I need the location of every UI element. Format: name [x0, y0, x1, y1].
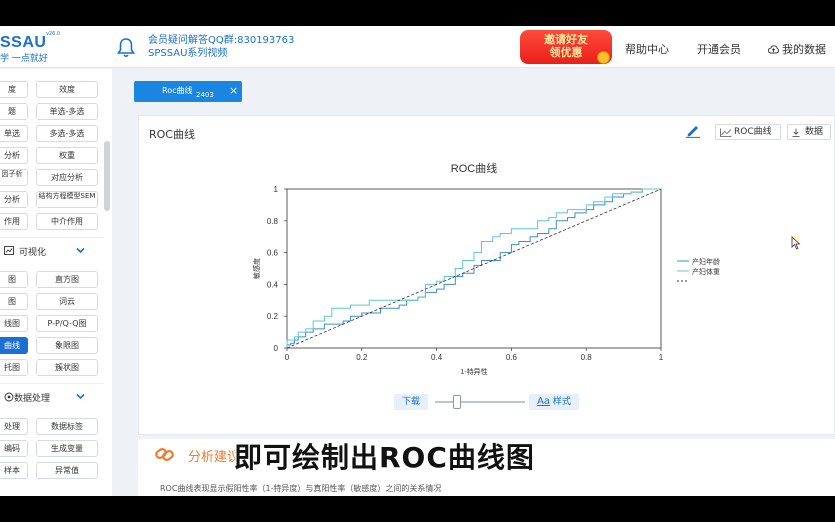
sidebar-btn[interactable]: 因子析 — [0, 169, 28, 186]
sidebar-btn[interactable]: 图 — [0, 293, 28, 310]
x-tick-label: 0.2 — [356, 353, 368, 362]
x-tick-label: 0.8 — [581, 353, 593, 362]
nav-my-data-label: 我的数据 — [782, 43, 826, 56]
legend-label-1: 产妇体重 — [692, 267, 720, 276]
sidebar-btn-single-multi[interactable]: 单选-多选 — [36, 103, 98, 120]
video-line[interactable]: SPSSAU系列视频 — [148, 47, 294, 60]
sidebar-btn[interactable]: 题 — [0, 103, 28, 120]
y-axis-label: 敏感度 — [252, 258, 261, 279]
sidebar-btn-roc-active[interactable]: 曲线 — [0, 337, 28, 354]
sidebar-btn-generate-variable[interactable]: 生成变量 — [36, 440, 98, 457]
y-tick-label: 0.4 — [267, 280, 279, 289]
data-process-icon — [4, 392, 14, 402]
sidebar-btn-outlier[interactable]: 异常值 — [36, 462, 98, 479]
y-tick-label: 0.2 — [267, 312, 279, 321]
style-aa-icon: Aa — [537, 396, 551, 407]
main-area: Roc曲线 2403 × ROC曲线 ROC曲线 数据 ROC曲线 0 0 0.2 0.… — [124, 69, 835, 496]
style-button-label: 样式 — [552, 397, 571, 407]
sidebar-btn[interactable]: 分析 — [0, 147, 28, 164]
sidebar-btn[interactable]: 单选 — [0, 125, 28, 142]
qq-info: 会员疑问解答QQ群:830193763 SPSSAU系列视频 — [148, 34, 294, 60]
x-tick-label: 0.4 — [431, 353, 443, 362]
section-visualization[interactable]: 可视化 — [0, 237, 104, 263]
x-axis-label: 1-特异性 — [460, 367, 487, 376]
sidebar-btn[interactable]: 托图 — [0, 359, 28, 376]
sidebar-btn-weight[interactable]: 权重 — [36, 147, 98, 164]
nav-membership[interactable]: 开通会员 — [697, 41, 741, 57]
analysis-heading: 分析建议 — [188, 450, 241, 465]
logo[interactable]: SSAU 学 一点就好 v26.0 — [0, 31, 70, 64]
sidebar-btn[interactable]: 分析 — [0, 191, 28, 208]
tab-roc[interactable]: Roc曲线 2403 × — [134, 81, 242, 102]
size-slider-handle[interactable] — [453, 395, 461, 409]
sidebar-btn[interactable]: 样本 — [0, 462, 28, 479]
sidebar-btn-wordcloud[interactable]: 词云 — [36, 293, 98, 310]
roc-chart: ROC曲线 00 0.2 0.2 0.4 0.4 0.6 0.6 0.8 0.8 1 1 1-特异性 敏感… — [252, 161, 720, 376]
section-visualization-label: 可视化 — [19, 248, 47, 258]
sidebar-btn[interactable]: 处理 — [0, 418, 28, 435]
sidebar-btn-data-label[interactable]: 数据标签 — [36, 418, 98, 435]
chevron-down-icon — [76, 393, 85, 400]
top-bar: SSAU 学 一点就好 v26.0 会员疑问解答QQ群:830193763 SP… — [0, 26, 835, 68]
sidebar: 度 效度 题 单选-多选 单选 多选-多选 分析 权重 因子析 对应分析 分析 … — [0, 69, 112, 496]
x-tick-label: 0.6 — [506, 353, 518, 362]
y-tick-label: 0.8 — [267, 217, 279, 226]
logo-version: v26.0 — [46, 31, 61, 37]
chart-icon — [4, 246, 14, 255]
sidebar-btn-quadrant[interactable]: 象限图 — [36, 337, 98, 354]
section-data-label: 数据处理 — [14, 394, 51, 404]
sidebar-scrollbar[interactable] — [104, 141, 110, 211]
chevron-down-icon — [76, 247, 85, 254]
sidebar-btn[interactable]: 编码 — [0, 440, 28, 457]
size-slider-track[interactable] — [435, 401, 525, 403]
cloud-upload-icon — [768, 44, 779, 53]
roc-panel: ROC曲线 ROC曲线 数据 ROC曲线 0 0 0.2 0.2 0.4 0.4 0.6 0.6… — [138, 115, 835, 435]
tab-number: 2403 — [196, 91, 214, 99]
sidebar-btn-correspondence[interactable]: 对应分析 — [36, 169, 98, 186]
y-tick-label: 1 — [274, 185, 279, 194]
logo-subtitle: 学 一点就好 — [0, 54, 48, 64]
nav-help-center[interactable]: 帮助中心 — [625, 41, 669, 57]
video-caption: 即可绘制出ROC曲线图 — [234, 441, 535, 474]
sidebar-btn[interactable]: 图 — [0, 271, 28, 288]
bell-icon[interactable] — [114, 36, 138, 60]
sidebar-btn-multi-multi[interactable]: 多选-多选 — [36, 125, 98, 142]
y-tick-label: 0.6 — [267, 249, 279, 258]
link-icon — [155, 448, 174, 461]
download-button[interactable]: 下载 — [394, 394, 428, 410]
x-tick-label: 0 — [285, 353, 290, 362]
sidebar-btn[interactable]: 作用 — [0, 213, 28, 230]
sidebar-btn[interactable]: 线图 — [0, 315, 28, 332]
sidebar-btn[interactable]: 度 — [0, 81, 28, 98]
sidebar-btn-pp-qq[interactable]: P-P/Q-Q图 — [36, 315, 98, 332]
qq-line[interactable]: 会员疑问解答QQ群:830193763 — [148, 34, 294, 47]
tab-label: Roc曲线 — [162, 86, 193, 95]
sidebar-btn-histogram[interactable]: 直方图 — [36, 271, 98, 288]
nav-my-data[interactable]: 我的数据 — [768, 41, 826, 57]
sidebar-btn-cluster[interactable]: 簇状图 — [36, 359, 98, 376]
analysis-body: ROC曲线表现显示假阳性率（1-特异度）与真阳性率（敏感度）之间的关系情况 — [160, 484, 442, 493]
style-button[interactable]: Aa 样式 — [529, 394, 579, 410]
screen: SSAU 学 一点就好 v26.0 会员疑问解答QQ群:830193763 SP… — [0, 26, 835, 496]
coin-icon — [597, 51, 610, 64]
legend-label-0: 产妇年龄 — [692, 257, 720, 266]
sidebar-btn-sem[interactable]: 结构方程模型SEM — [36, 191, 98, 208]
x-tick-label: 1 — [659, 353, 664, 362]
invite-line-1: 邀请好友 — [544, 33, 588, 46]
sidebar-btn-mediation[interactable]: 中介作用 — [36, 213, 98, 230]
invite-banner[interactable]: 邀请好友 领优惠 — [520, 30, 612, 64]
mouse-cursor-icon — [791, 236, 801, 250]
tab-close-icon[interactable]: × — [229, 84, 238, 97]
chart-title: ROC曲线 — [451, 161, 497, 175]
section-data-processing[interactable]: 数据处理 — [0, 383, 104, 409]
y-tick-label: 0 — [274, 344, 279, 353]
sidebar-btn-validity[interactable]: 效度 — [36, 81, 98, 98]
